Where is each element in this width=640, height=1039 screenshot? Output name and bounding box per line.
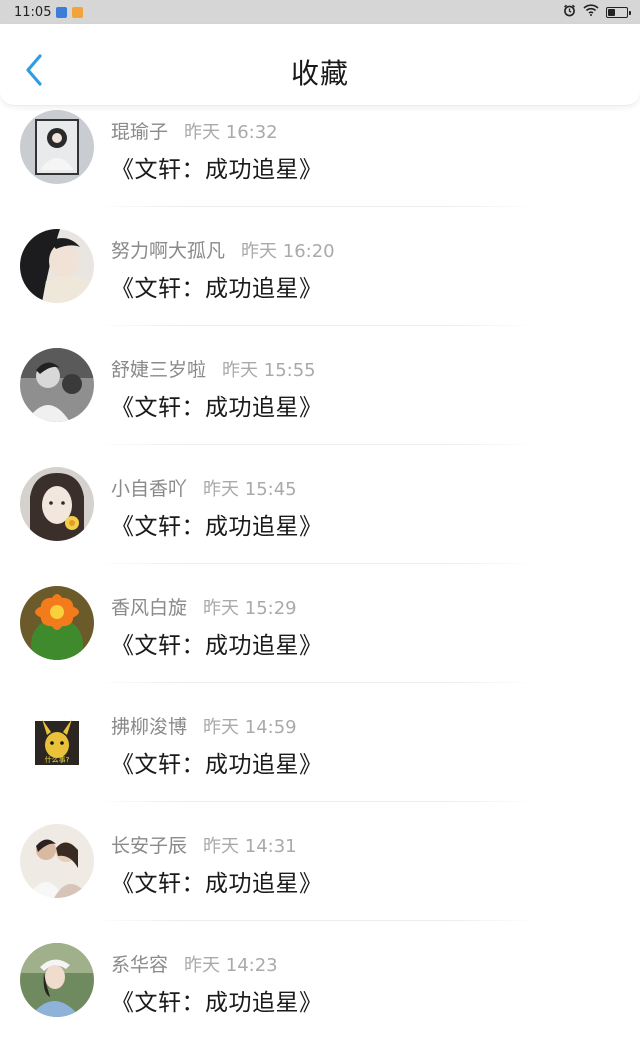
- timestamp: 昨天 15:29: [203, 598, 297, 619]
- alarm-icon: [563, 4, 576, 21]
- avatar[interactable]: 什么事?: [20, 705, 94, 779]
- avatar-girl-cap-icon: [20, 943, 94, 1017]
- avatar[interactable]: [20, 467, 94, 541]
- status-time: 11:05: [14, 4, 52, 20]
- username[interactable]: 努力啊大孤凡: [111, 236, 225, 263]
- item-meta: 琨瑜子 昨天 16:32: [111, 117, 278, 144]
- battery-icon: [606, 6, 631, 18]
- username[interactable]: 琨瑜子: [111, 117, 168, 144]
- list-item[interactable]: 努力啊大孤凡 昨天 16:20 《文轩：成功追星》: [0, 207, 640, 325]
- item-meta: 舒婕三岁啦 昨天 15:55: [111, 355, 316, 382]
- page-title: 收藏: [290, 57, 349, 90]
- wifi-icon: [583, 4, 599, 20]
- list-item[interactable]: 小自香吖 昨天 15:45 《文轩：成功追星》: [0, 445, 640, 563]
- list-item[interactable]: 舒婕三岁啦 昨天 15:55 《文轩：成功追星》: [0, 326, 640, 444]
- item-content[interactable]: 《文轩：成功追星》: [111, 269, 323, 303]
- timestamp: 昨天 15:55: [222, 360, 316, 381]
- item-content[interactable]: 《文轩：成功追星》: [111, 983, 323, 1017]
- item-content[interactable]: 《文轩：成功追星》: [111, 745, 323, 779]
- username[interactable]: 小自香吖: [111, 474, 187, 501]
- item-meta: 系华容 昨天 14:23: [111, 950, 278, 977]
- item-content[interactable]: 《文轩：成功追星》: [111, 388, 323, 422]
- item-content[interactable]: 《文轩：成功追星》: [111, 507, 323, 541]
- avatar-dark-hair-scarf-icon: [20, 229, 94, 303]
- timestamp: 昨天 14:23: [184, 955, 278, 976]
- avatar-caption: 什么事?: [45, 755, 70, 764]
- item-meta: 小自香吖 昨天 15:45: [111, 474, 297, 501]
- app-notification-icon: [56, 6, 68, 18]
- avatar-couple-icon: [20, 824, 94, 898]
- timestamp: 昨天 16:32: [184, 122, 278, 143]
- username[interactable]: 香风白旋: [111, 593, 187, 620]
- avatar[interactable]: [20, 229, 94, 303]
- avatar-gray-jacket-icon: [20, 110, 94, 184]
- username[interactable]: 系华容: [111, 950, 168, 977]
- item-content[interactable]: 《文轩：成功追星》: [111, 626, 323, 660]
- list-item[interactable]: 香风白旋 昨天 15:29 《文轩：成功追星》: [0, 564, 640, 682]
- timestamp: 昨天 14:31: [203, 836, 297, 857]
- username[interactable]: 舒婕三岁啦: [111, 355, 206, 382]
- list-item[interactable]: 系华容 昨天 14:23 《文轩：成功追星》: [0, 921, 640, 1039]
- username[interactable]: 拂柳浚博: [111, 712, 187, 739]
- avatar[interactable]: [20, 348, 94, 422]
- app-notification-icon-2: [72, 6, 84, 18]
- status-bar-left: 11:05: [14, 4, 84, 20]
- item-meta: 努力啊大孤凡 昨天 16:20: [111, 236, 335, 263]
- avatar[interactable]: [20, 586, 94, 660]
- status-bar: 11:05: [0, 0, 640, 24]
- item-content[interactable]: 《文轩：成功追星》: [111, 864, 323, 898]
- list-item[interactable]: 什么事? 拂柳浚博 昨天 14:59 《文轩：成功追星》: [0, 683, 640, 801]
- timestamp: 昨天 15:45: [203, 479, 297, 500]
- username[interactable]: 长安子辰: [111, 831, 187, 858]
- avatar[interactable]: [20, 110, 94, 184]
- item-meta: 香风白旋 昨天 15:29: [111, 593, 297, 620]
- status-bar-right: [563, 4, 631, 21]
- item-meta: 拂柳浚博 昨天 14:59: [111, 712, 297, 739]
- item-content[interactable]: 《文轩：成功追星》: [111, 150, 323, 184]
- avatar-bw-portrait-icon: [20, 348, 94, 422]
- avatar[interactable]: [20, 824, 94, 898]
- avatar-cactus-flower-icon: [20, 586, 94, 660]
- avatar-pikachu-icon: 什么事?: [20, 705, 94, 779]
- avatar-girl-flower-icon: [20, 467, 94, 541]
- list-item[interactable]: 长安子辰 昨天 14:31 《文轩：成功追星》: [0, 802, 640, 920]
- app-header: 收藏: [0, 24, 640, 106]
- item-meta: 长安子辰 昨天 14:31: [111, 831, 297, 858]
- avatar[interactable]: [20, 943, 94, 1017]
- timestamp: 昨天 14:59: [203, 717, 297, 738]
- timestamp: 昨天 16:20: [241, 241, 335, 262]
